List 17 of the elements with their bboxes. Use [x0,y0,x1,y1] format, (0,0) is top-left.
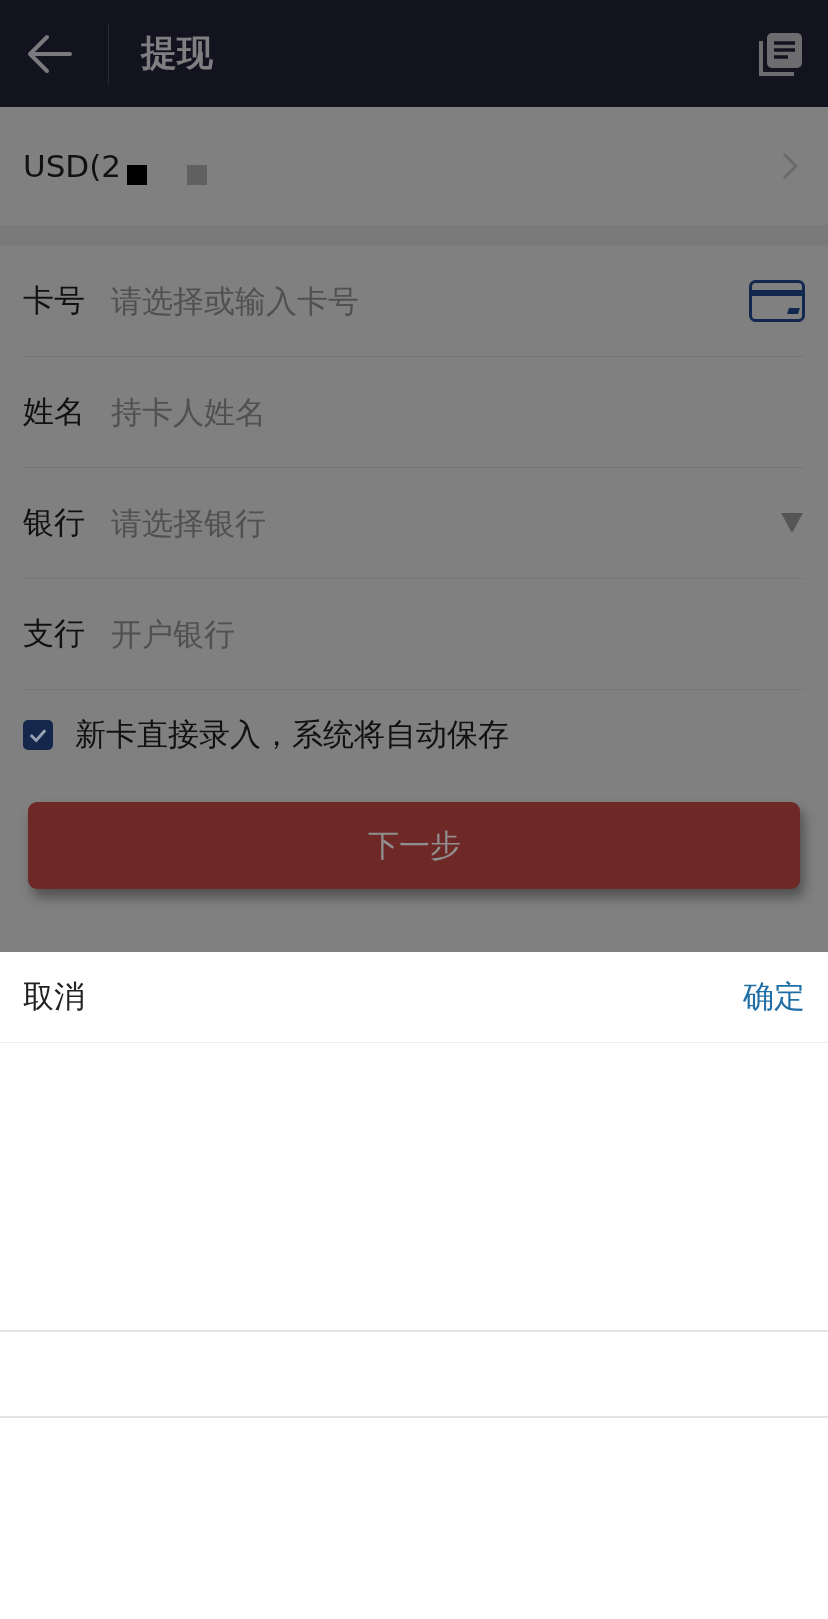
field-label: 卡号 [23,281,86,320]
checkbox[interactable] [23,720,53,750]
redaction-mark [187,165,208,185]
confirm-button[interactable]: 确定 [743,976,805,1018]
page-title: 提现 [141,31,213,75]
checkbox-label: 新卡直接录入，系统将自动保存 [75,715,509,754]
credit-card-icon[interactable] [749,280,805,322]
redaction-mark [127,165,148,185]
field-label: 银行 [23,503,86,542]
cancel-button[interactable]: 取消 [23,976,85,1018]
account-text: USD(2 [23,148,122,184]
back-arrow-icon[interactable] [26,33,72,74]
records-icon[interactable] [758,30,804,77]
next-button[interactable]: 下一步 [28,802,800,889]
account-selector[interactable]: USD(2 [0,107,828,225]
field-label: 姓名 [23,392,86,431]
field-label: 支行 [23,614,86,653]
